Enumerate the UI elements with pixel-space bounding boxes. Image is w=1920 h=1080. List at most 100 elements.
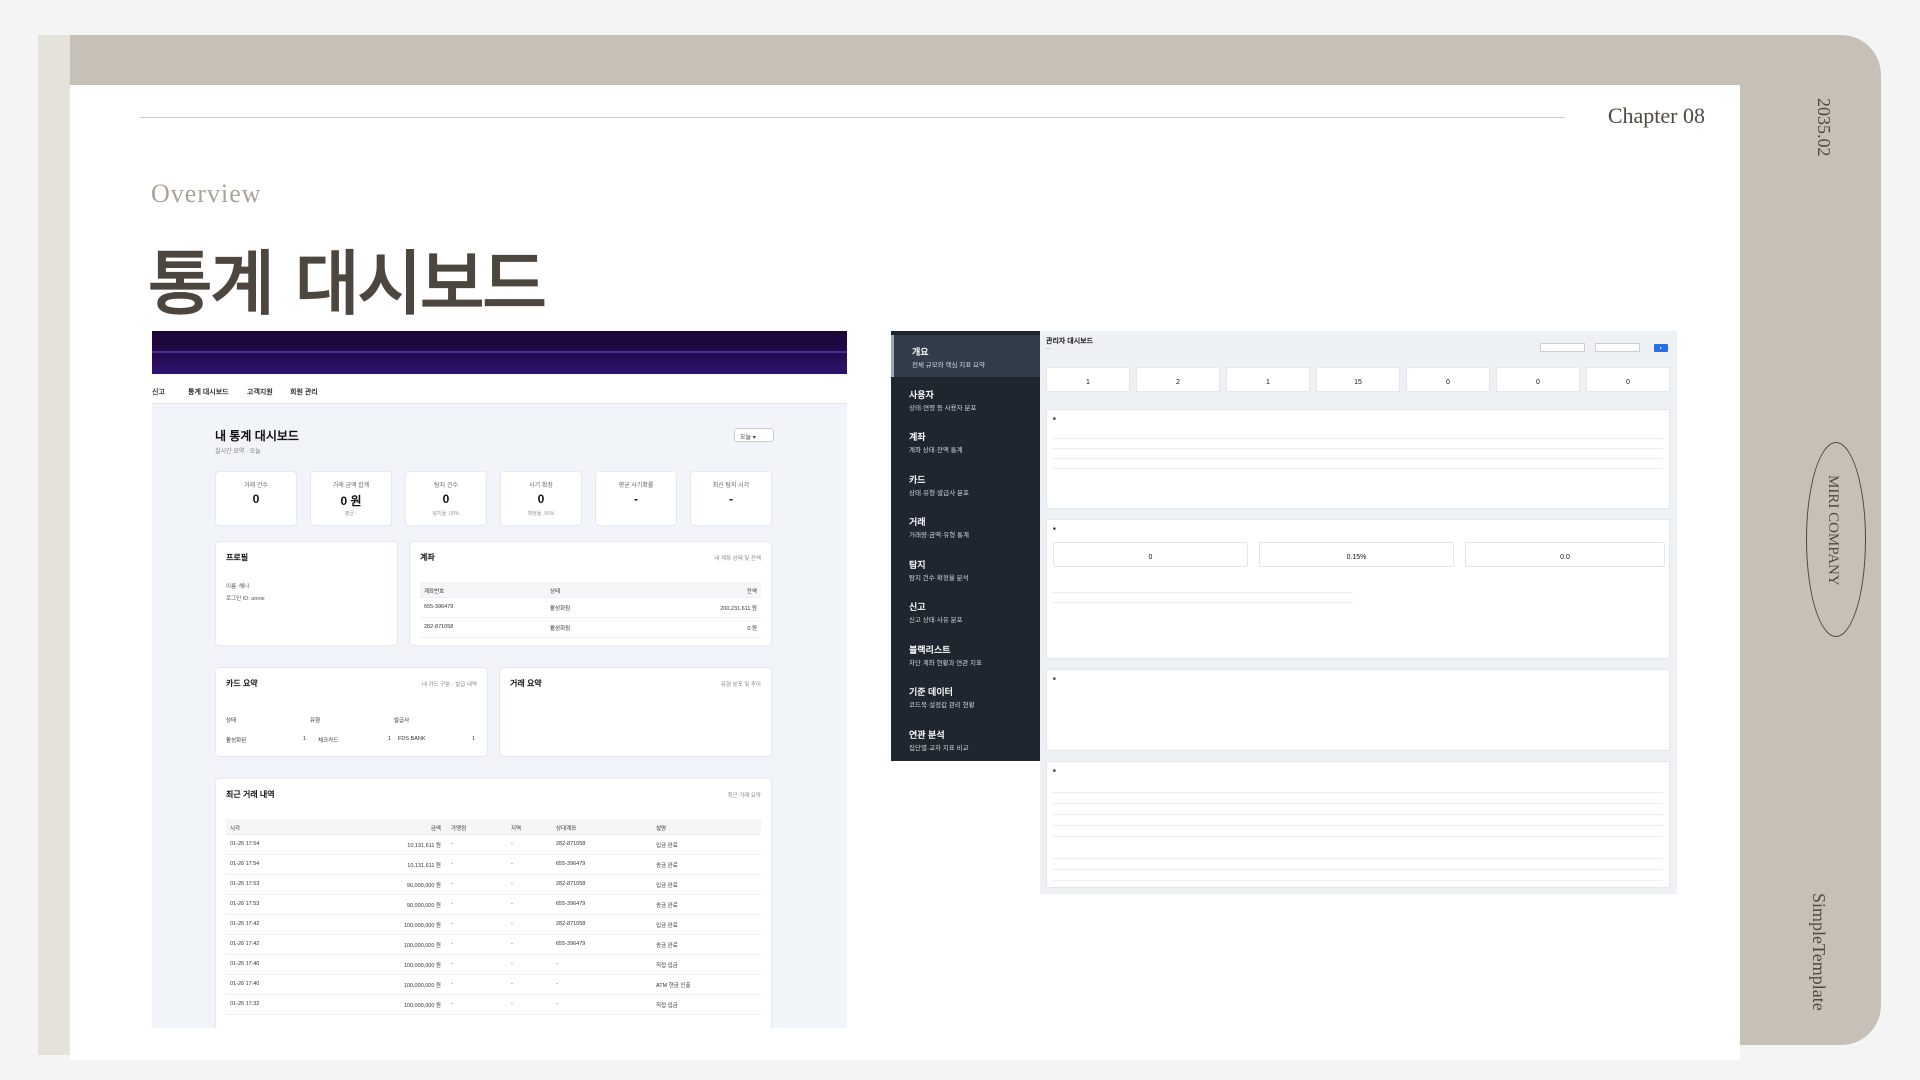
sidebar-item[interactable]: 연관 분석 집단별·교차 지표 비교 [891,718,1040,760]
template-label: SimpleTemplate [1809,893,1829,1011]
admin-kpi-card: 1 [1226,367,1310,392]
kpi-value: 0 원 [340,494,362,508]
cell: 90,000,000 원 [406,903,441,909]
kpi-card: 평균 사기확률 - [595,471,677,526]
cell: 10,131,611 원 [407,863,441,869]
cell: - [511,861,513,867]
sidebar-item[interactable]: 개요 전체 규모와 핵심 지표 요약 [891,335,1040,377]
cell: 송금 완료 [656,943,678,949]
cell: 01-26 17:40 [230,981,260,987]
sidebar-item[interactable]: 블랙리스트 차단 계좌 현황과 연관 지표 [891,633,1040,675]
profile-title: 프로필 [226,553,249,562]
cell: 655-396479 [424,604,454,610]
table-header: 계좌번호 상태 잔액 [420,582,761,598]
sidebar-item-desc: 상태·유형·발급사 분포 [909,489,969,497]
col-header: 발급사 [394,718,410,724]
date-label: 2035.02 [1814,98,1834,157]
cell: - [451,941,453,947]
period-select[interactable]: 오늘 ▾ [734,428,774,442]
sidebar-item[interactable]: 탐지 탐지 건수·확정율 분석 [891,548,1040,590]
sidebar-item-title: 개요 [912,347,929,357]
date-from-input[interactable] [1540,343,1585,352]
kpi-label: 최신 탐지 시각 [712,483,750,489]
admin-kpi-value: 0 [1446,379,1450,386]
admin-kpi-card: 2 [1136,367,1220,392]
table-row[interactable]: 01-26 17:42 100,000,000 원 - - 282-871058 입금 완… [226,915,761,935]
cell: 90,000,000 원 [406,883,441,889]
table-row[interactable]: 01-26 17:40 100,000,000 원 - - - 직접 입금 [226,955,761,975]
nav-item-report[interactable]: 신고 [152,387,165,397]
cell: ATM 현금 인출 [656,983,691,989]
kpi-card: 사기 확정 0 확정율 .00% [500,471,582,526]
admin-sidebar: 개요 전체 규모와 핵심 지표 요약 사용자 상태·연령 등 사용자 분포 계좌 계좌 상… [891,331,1040,761]
nav-item-support[interactable]: 고객지원 [247,387,273,397]
col-header: 시각 [230,826,241,832]
col-header: 상대계좌 [556,826,577,832]
card-summary-table: 상태 유형 발급사 활성화된 1 체크카드 1 FDS BANK 1 [226,710,477,750]
cell: 1 [388,736,392,742]
kpi-sub: 평균 - [344,511,358,517]
apply-button[interactable]: ▸ [1654,344,1668,352]
cell: - [511,901,513,907]
nav-item-members[interactable]: 회원 관리 [290,387,318,397]
kpi-value: 0 [252,492,260,506]
chapter-label: Chapter 08 [1607,103,1705,128]
cell: 입금 완료 [656,923,678,929]
section-kpi: 0 [1053,542,1248,567]
sidebar-item[interactable]: 신고 신고 상태·사유 분포 [891,590,1040,632]
kpi-card: 최신 탐지 시각 - [690,471,772,526]
table-header: 상태 유형 발급사 [226,710,477,730]
cell: 282-871058 [556,881,586,887]
nav-item-stats[interactable]: 통계 대시보드 [188,387,229,397]
cell: 01-26 17:54 [230,861,260,867]
col-header: 상태 [226,718,237,724]
col-header: 금액 [430,826,441,832]
sidebar-item[interactable]: 계좌 계좌 상태·잔액 통계 [891,420,1040,462]
section-kpi: 0.0 [1465,542,1665,567]
table-row[interactable]: 01-26 17:54 10,131,611 원 - - 655-396479 송금 완료 [226,855,761,875]
admin-kpi-value: 0 [1536,379,1540,386]
sidebar-item[interactable]: 기준 데이터 코드북·설정값 관리 현황 [891,675,1040,717]
cell: - [451,901,453,907]
admin-kpi-value: 2 [1176,379,1180,386]
col-header: 설명 [656,826,667,832]
table-row[interactable]: 01-26 17:32 100,000,000 원 - - - 직접 입금 [226,995,761,1015]
sidebar-item-title: 탐지 [909,559,926,570]
table-row[interactable]: 01-26 17:54 10,131,611 원 - - 282-871058 입금 완료 [226,835,761,855]
admin-kpi-card: 0 [1586,367,1670,392]
sidebar-item[interactable]: 카드 상태·유형·발급사 분포 [891,463,1040,505]
table-row[interactable]: 655-396479 활성화됨 200,231,611 원 [420,598,761,618]
admin-kpi-value: 1 [1086,379,1090,386]
sidebar-item[interactable]: 사용자 상태·연령 등 사용자 분포 [891,378,1040,420]
table-row[interactable]: 01-26 17:40 100,000,000 원 - - - ATM 현금 인출 [226,975,761,995]
panel-title: ■ [1053,768,1056,773]
table-row[interactable]: 01-26 17:53 90,000,000 원 - - 655-396479 송금 완료 [226,895,761,915]
table-row[interactable]: 01-26 17:42 100,000,000 원 - - 655-396479 송금 완… [226,935,761,955]
page-subtitle: 실시간 요약 · 오늘 [215,449,261,455]
cell: - [451,841,453,847]
sidebar-item-title: 블랙리스트 [909,644,951,655]
sidebar-item[interactable]: 거래 거래량·금액·유형 통계 [891,505,1040,547]
cell: 활성화됨 [550,606,571,612]
divider [1053,448,1663,449]
divider [1053,825,1663,826]
date-to-input[interactable] [1595,343,1640,352]
panel-title: ■ [1053,416,1056,421]
divider [1053,438,1663,439]
user-stats-panel: ■ [1046,409,1670,509]
cell: 0 원 [747,626,757,632]
cell: 282-871058 [556,841,586,847]
kpi-card: 거래 건수 0 [215,471,297,526]
cell: 입금 완료 [656,843,678,849]
table-row[interactable]: 01-26 17:53 90,000,000 원 - - 282-871058 입금 완료 [226,875,761,895]
divider [1053,814,1663,815]
cell: - [451,861,453,867]
kpi-label: 사기 확정 [529,483,553,489]
cell: 01-26 17:42 [230,921,260,927]
cell: 100,000,000 원 [403,983,441,989]
cell: 활성화됨 [550,626,571,632]
cell: 100,000,000 원 [403,963,441,969]
cell: - [451,1001,453,1007]
table-row[interactable]: 282-871058 활성화됨 0 원 [420,618,761,638]
admin-kpi-card: 0 [1496,367,1580,392]
